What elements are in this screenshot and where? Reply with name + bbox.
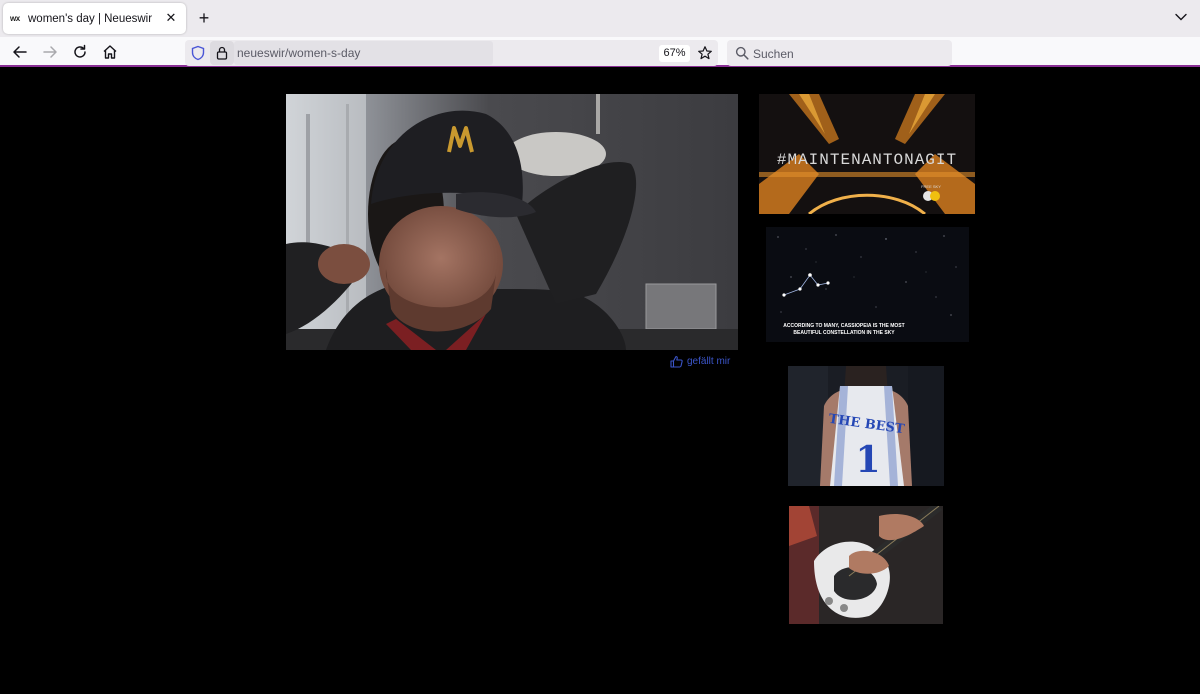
zoom-level-badge[interactable]: 67% (659, 45, 690, 62)
new-tab-button[interactable]: + (194, 8, 214, 28)
lock-icon (216, 46, 228, 60)
thumbnail-image (789, 506, 943, 624)
thumbnail-image: #MAINTENANTONAGIT FREE SKY (759, 94, 975, 214)
reload-icon[interactable] (71, 43, 89, 61)
jersey-number: 1 (855, 439, 880, 481)
video-thumbnail-eiffel[interactable]: #MAINTENANTONAGIT FREE SKY (759, 94, 975, 214)
tab-active[interactable]: wx women's day | Neueswir ✕ (3, 3, 186, 34)
chevron-down-icon[interactable] (1174, 10, 1188, 24)
page-content: gefällt mir #MAINTENANTONAGIT FREE SKY A… (0, 69, 1200, 694)
thumbnail-image: THE BEST 1 (788, 366, 944, 486)
tab-close-icon[interactable]: ✕ (164, 10, 178, 26)
video-thumbnail-guitar[interactable] (789, 506, 943, 624)
like-label: gefällt mir (687, 355, 731, 367)
thumbnail-caption-line1: ACCORDING TO MANY, CASSIOPEIA IS THE MOS… (783, 323, 904, 329)
main-video-frame (286, 94, 738, 350)
thumbnail-caption-line2: BEAUTIFUL CONSTELLATION IN THE SKY (793, 330, 895, 336)
navigation-toolbar: neueswir/women-s-day 67% Suchen (0, 37, 1200, 67)
url-bar[interactable]: neueswir/women-s-day 67% (185, 40, 718, 66)
tab-title: women's day | Neueswir (28, 12, 153, 25)
like-button[interactable]: gefällt mir (670, 354, 730, 368)
thumbnail-image: ACCORDING TO MANY, CASSIOPEIA IS THE MOS… (766, 227, 969, 342)
thumbs-up-icon (670, 355, 683, 368)
site-favicon-icon: wx (10, 14, 20, 23)
main-video[interactable] (286, 94, 738, 350)
video-thumbnail-jersey[interactable]: THE BEST 1 (788, 366, 944, 486)
tab-strip: wx women's day | Neueswir ✕ + (0, 0, 1200, 37)
search-bar[interactable]: Suchen (727, 40, 952, 66)
search-icon (735, 46, 749, 60)
thumbnail-overlay-text: #MAINTENANTONAGIT (777, 151, 957, 169)
search-placeholder: Suchen (753, 47, 794, 61)
thumbnail-badge-text: FREE SKY (921, 184, 941, 189)
back-arrow-icon[interactable] (11, 43, 29, 61)
video-thumbnail-constellation[interactable]: ACCORDING TO MANY, CASSIOPEIA IS THE MOS… (766, 227, 969, 342)
url-text[interactable]: neueswir/women-s-day (237, 46, 360, 60)
site-info-button[interactable] (210, 41, 234, 65)
forward-arrow-icon[interactable] (41, 43, 59, 61)
shield-icon[interactable] (191, 45, 205, 61)
home-icon[interactable] (101, 43, 119, 61)
bookmark-star-icon[interactable] (697, 45, 713, 61)
